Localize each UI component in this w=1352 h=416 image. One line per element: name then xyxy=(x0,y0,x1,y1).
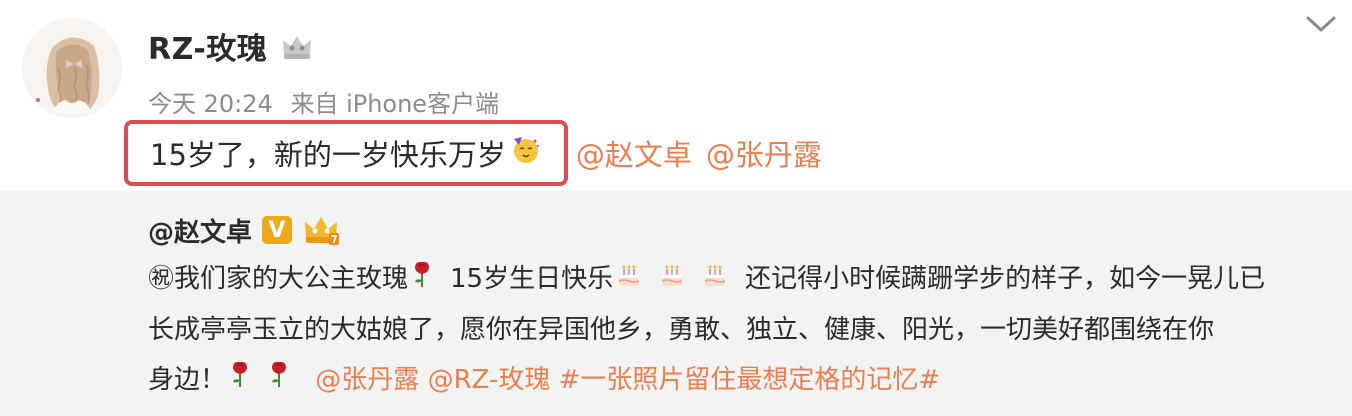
repost-line: 长成亭亭玉立的大姑娘了，愿你在异国他乡，勇敢、独立、健康、阳光，一切美好都围绕在… xyxy=(148,305,1328,355)
repost-text-segment: 15岁生日快乐 xyxy=(450,264,614,294)
mention-link[interactable]: @张丹露 xyxy=(315,365,419,395)
repost-text: ㊗我们家的大公主玫瑰 15岁生日快乐 还记得小时候蹒跚学步的样子，如今一晃儿已 … xyxy=(148,254,1328,405)
rose-emoji-icon xyxy=(411,255,433,305)
birthday-cake-emoji-icon xyxy=(702,255,728,305)
chevron-down-icon[interactable] xyxy=(1304,12,1338,36)
crown-icon[interactable] xyxy=(279,28,315,64)
rose-emoji-icon xyxy=(268,355,290,405)
repost-text-segment: 还记得小时候蹒跚学步的样子，如今一晃儿已 xyxy=(745,264,1266,294)
post-text: 15岁了，新的一岁快乐万岁 xyxy=(150,138,506,172)
post-content: 15岁了，新的一岁快乐万岁 @赵文卓 @张丹露 xyxy=(124,120,822,186)
weibo-post: RZ-玫瑰 今天 20:24 来自 iPhone客户端 15岁了，新的一岁快乐万… xyxy=(0,0,1352,190)
mention-link[interactable]: @赵文卓 xyxy=(576,132,692,174)
mention-link[interactable]: @RZ-玫瑰 xyxy=(428,365,551,395)
avatar-illustration xyxy=(22,18,122,118)
mention-link[interactable]: @张丹露 xyxy=(706,132,822,174)
party-face-emoji-icon xyxy=(511,135,541,172)
post-meta: 今天 20:24 来自 iPhone客户端 xyxy=(148,84,499,119)
highlighted-post-text: 15岁了，新的一岁快乐万岁 xyxy=(124,120,568,186)
repost-text-segment: 身边！ xyxy=(148,364,227,395)
post-time: 今天 20:24 xyxy=(148,90,273,118)
gold-crown-level-icon xyxy=(302,212,340,248)
birthday-cake-emoji-icon xyxy=(659,255,685,305)
birthday-cake-emoji-icon xyxy=(616,255,642,305)
rose-emoji-icon xyxy=(229,355,251,405)
post-source[interactable]: 来自 iPhone客户端 xyxy=(290,90,499,118)
hashtag-link[interactable]: #一张照片留住最想定格的记忆# xyxy=(559,365,941,395)
reposted-content[interactable]: @赵文卓 V ㊗我们家的大公主玫瑰 15岁生日快乐 还记得小时候蹒跚学步的样子，… xyxy=(0,190,1352,416)
repost-text-segment: ㊗我们家的大公主玫瑰 xyxy=(148,264,409,294)
repost-line: 身边！ @张丹露 @RZ-玫瑰 #一张照片留住最想定格的记忆# xyxy=(148,355,1328,406)
post-author-name[interactable]: RZ-玫瑰 xyxy=(148,24,267,68)
repost-line: ㊗我们家的大公主玫瑰 15岁生日快乐 还记得小时候蹒跚学步的样子，如今一晃儿已 xyxy=(148,254,1328,305)
avatar[interactable] xyxy=(22,18,122,118)
verified-v-icon: V xyxy=(262,216,293,244)
repost-author-name[interactable]: @赵文卓 xyxy=(148,212,252,249)
repost-text-segment: 长成亭亭玉立的大姑娘了，愿你在异国他乡，勇敢、独立、健康、阳光，一切美好都围绕在… xyxy=(148,314,1215,345)
